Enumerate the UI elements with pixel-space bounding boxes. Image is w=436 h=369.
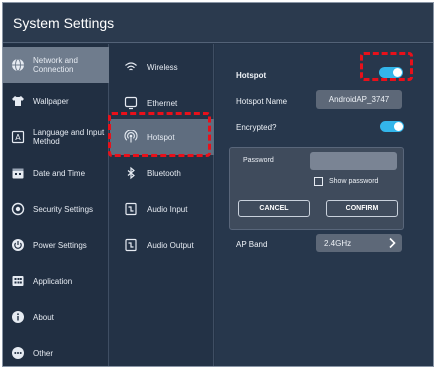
confirm-button[interactable]: CONFIRM (326, 200, 398, 217)
sidebar-item-label: Power Settings (33, 240, 87, 250)
encrypted-toggle[interactable] (380, 121, 404, 132)
cancel-button[interactable]: CANCEL (238, 200, 310, 217)
calendar-icon (11, 166, 25, 180)
hotspot-title: Hotspot (236, 71, 267, 80)
subnav-item-audio-input[interactable]: Audio Input (110, 191, 214, 227)
keyboard-icon: A (11, 130, 25, 144)
ap-band-label: AP Band (236, 240, 268, 249)
sidebar-item-label: Network and Connection (33, 56, 78, 74)
hotspot-name-field[interactable]: AndroidAP_3747 (316, 90, 402, 109)
show-password-label: Show password (329, 178, 379, 185)
shirt-icon (11, 94, 25, 108)
subnav-item-audio-output[interactable]: Audio Output (110, 227, 214, 263)
more-icon (11, 346, 25, 360)
ap-band-select[interactable]: 2.4GHz (316, 234, 402, 252)
sidebar-item-power[interactable]: Power Settings (3, 227, 109, 263)
password-input[interactable] (310, 152, 397, 170)
sidebar-item-label: Wallpaper (33, 96, 69, 106)
shield-icon (11, 202, 25, 216)
subnav-item-label: Audio Output (147, 240, 194, 250)
subnav-item-label: Wireless (147, 62, 178, 72)
globe-icon (11, 58, 25, 72)
ap-band-value: 2.4GHz (324, 238, 352, 248)
bluetooth-icon (124, 166, 138, 180)
sidebar-item-label: Security Settings (33, 204, 94, 214)
wifi-icon (124, 60, 138, 74)
svg-text:A: A (15, 133, 21, 142)
sidebar-item-date-time[interactable]: Date and Time (3, 155, 109, 191)
subnav: Wireless Ethernet Hotspot Bluetooth Audi… (110, 44, 214, 366)
sidebar-item-network[interactable]: Network and Connection (3, 47, 109, 83)
toggle-knob (394, 122, 403, 131)
sidebar-item-security[interactable]: Security Settings (3, 191, 109, 227)
subnav-item-label: Bluetooth (147, 168, 181, 178)
audio-output-icon (124, 238, 138, 252)
sidebar-item-about[interactable]: About (3, 299, 109, 335)
sidebar-item-application[interactable]: Application (3, 263, 109, 299)
sidebar-item-wallpaper[interactable]: Wallpaper (3, 83, 109, 119)
subnav-item-label: Audio Input (147, 204, 188, 214)
subnav-item-label: Ethernet (147, 98, 178, 108)
apps-icon (11, 274, 25, 288)
subnav-item-wireless[interactable]: Wireless (110, 49, 214, 85)
highlight-hotspot-menu (108, 112, 211, 157)
sidebar-item-label: Language and Input Method (33, 128, 105, 146)
show-password-checkbox[interactable] (314, 177, 323, 186)
sidebar-item-other[interactable]: Other (3, 335, 109, 366)
info-icon (11, 310, 25, 324)
audio-input-icon (124, 202, 138, 216)
hotspot-name-label: Hotspot Name (236, 97, 288, 106)
sidebar-item-label: Date and Time (33, 168, 86, 178)
sidebar: Network and Connection Wallpaper A Langu… (3, 44, 109, 366)
sidebar-item-language[interactable]: A Language and Input Method (3, 119, 109, 155)
password-label: Password (243, 157, 274, 164)
power-icon (11, 238, 25, 252)
subnav-item-bluetooth[interactable]: Bluetooth (110, 155, 214, 191)
chevron-right-icon (388, 237, 396, 251)
encrypted-label: Encrypted? (236, 123, 277, 132)
window-title: System Settings (3, 3, 433, 43)
sidebar-item-label: Application (33, 276, 73, 286)
monitor-icon (124, 96, 138, 110)
sidebar-item-label: About (33, 312, 54, 322)
sidebar-item-label: Other (33, 348, 54, 358)
highlight-hotspot-toggle (360, 52, 413, 81)
